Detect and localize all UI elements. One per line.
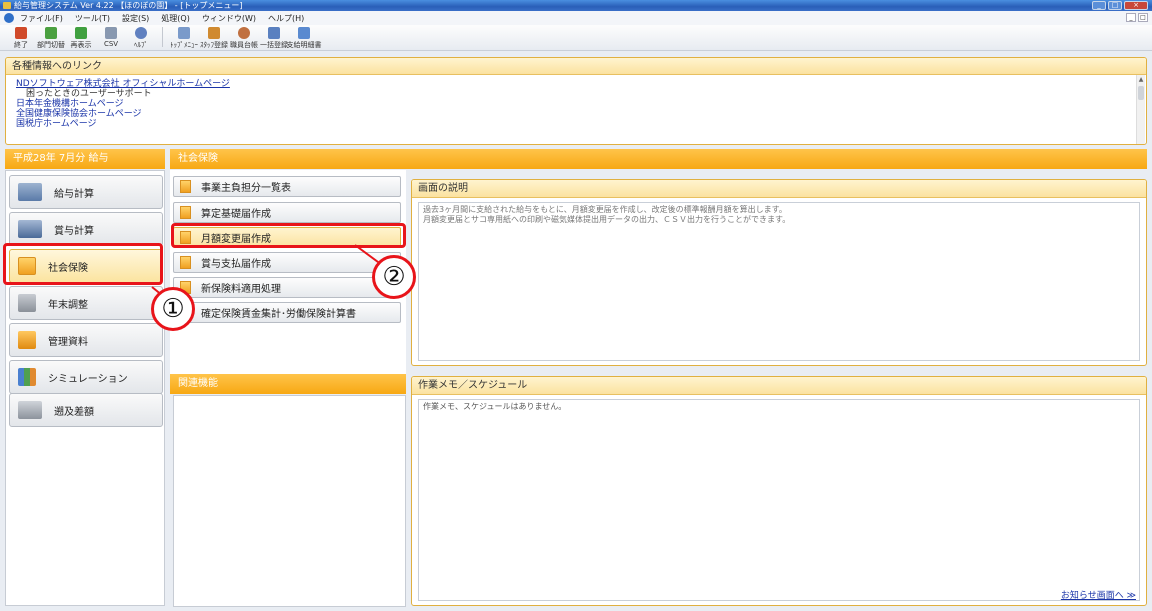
description-line-2: 月額変更届とサコ専用紙への印刷や磁気媒体提出用データの出力、ＣＳＶ出力を行うこと… <box>423 215 791 224</box>
csv-icon <box>105 27 117 39</box>
management-docs-icon <box>18 331 36 349</box>
bulk-register-icon <box>268 27 280 39</box>
annotation-marker-1: ① <box>151 287 195 331</box>
memo-header: 作業メモ／スケジュール <box>412 377 1146 395</box>
folder-icon <box>180 206 191 219</box>
staff-ledger-icon <box>238 27 250 39</box>
nav-year-end-adjustment[interactable]: 年末調整 <box>9 286 163 320</box>
submenu-labor-insurance-calc[interactable]: 確定保険賃金集計･労働保険計算書 <box>173 302 401 323</box>
toolbar-staff-register-button[interactable]: ｽﾀｯﾌ登録 <box>199 27 229 50</box>
toolbar-department-switch-button[interactable]: 部門切替 <box>36 27 66 50</box>
folder-icon <box>180 256 191 269</box>
links-panel-header: 各種情報へのリンク <box>6 58 1146 75</box>
help-icon <box>135 27 147 39</box>
app-logo-icon <box>4 13 14 23</box>
links-panel: 各種情報へのリンク NDソフトウェア株式会社 オフィシャルホームページ 困ったと… <box>5 57 1147 145</box>
app-icon <box>3 2 11 9</box>
refresh-icon <box>75 27 87 39</box>
period-bar: 平成28年 7月分 給与 <box>5 149 165 169</box>
annotation-highlight-2 <box>171 223 406 248</box>
app-window: 給与管理システム Ver 4.22 【ほのぼの園】 - [トップメニュー] _ … <box>0 0 1152 611</box>
menu-file[interactable]: ファイル(F) <box>20 13 63 24</box>
folder-icon <box>180 180 191 193</box>
scroll-up-arrow-icon[interactable]: ▲ <box>1137 75 1145 84</box>
links-scrollbar[interactable]: ▲ <box>1136 75 1145 144</box>
left-nav: 給与計算 賞与計算 社会保険 年末調整 管理資料 シミュレーション 遡及差額 <box>5 170 165 606</box>
menu-window[interactable]: ウィンドウ(W) <box>202 13 256 24</box>
annotation-marker-2: ② <box>372 255 416 299</box>
description-panel: 画面の説明 過去3ヶ月間に支給された給与をもとに、月額変更届を作成し、改定後の標… <box>411 179 1147 366</box>
toolbar-refresh-button[interactable]: 再表示 <box>66 27 96 50</box>
submenu-bonus-payment-report[interactable]: 賞与支払届作成 <box>173 252 401 273</box>
bonus-calc-icon <box>18 220 42 238</box>
toolbar: 終了 部門切替 再表示 CSV ﾍﾙﾌﾟ ﾄｯﾌﾟﾒﾆｭｰ ｽﾀｯﾌ登録 職員台… <box>0 25 1152 51</box>
exit-icon <box>15 27 27 39</box>
nav-retroactive-diff[interactable]: 遡及差額 <box>9 393 163 427</box>
mdi-controls: _ □ <box>1126 13 1148 22</box>
menu-settings[interactable]: 設定(S) <box>122 13 149 24</box>
toolbar-separator <box>162 27 163 47</box>
toolbar-help-button[interactable]: ﾍﾙﾌﾟ <box>126 27 156 50</box>
menu-help[interactable]: ヘルプ(H) <box>268 13 304 24</box>
description-line-1: 過去3ヶ月間に支給された給与をもとに、月額変更届を作成し、改定後の標準報酬月額を… <box>423 205 787 214</box>
toolbar-pay-slip-button[interactable]: 支給明細書 <box>287 27 322 50</box>
related-functions-panel <box>173 395 406 607</box>
submenu-employer-burden-list[interactable]: 事業主負担分一覧表 <box>173 176 401 197</box>
mdi-minimize-button[interactable]: _ <box>1126 13 1136 22</box>
payroll-calc-icon <box>18 183 42 201</box>
pay-slip-icon <box>298 27 310 39</box>
section-title-bar: 社会保険 <box>170 149 1147 169</box>
annotation-highlight-1 <box>3 243 163 285</box>
submenu-new-premium-processing[interactable]: 新保険料適用処理 <box>173 277 401 298</box>
top-menu-icon <box>178 27 190 39</box>
links-list: NDソフトウェア株式会社 オフィシャルホームページ 困ったときのユーザーサポート… <box>6 75 1146 133</box>
submenu-base-calculation-report[interactable]: 算定基礎届作成 <box>173 202 401 223</box>
link-nd-software-official[interactable]: NDソフトウェア株式会社 オフィシャルホームページ <box>16 79 1136 89</box>
staff-register-icon <box>208 27 220 39</box>
notice-screen-link[interactable]: お知らせ画面へ ≫ <box>1061 588 1136 601</box>
memo-text: 作業メモ、スケジュールはありません。 <box>423 402 567 411</box>
description-body: 過去3ヶ月間に支給された給与をもとに、月額変更届を作成し、改定後の標準報酬月額を… <box>418 202 1140 361</box>
maximize-button[interactable]: □ <box>1108 1 1122 10</box>
related-functions-bar: 関連機能 <box>170 374 406 394</box>
toolbar-bulk-register-button[interactable]: 一括登録 <box>259 27 289 50</box>
toolbar-top-menu-button[interactable]: ﾄｯﾌﾟﾒﾆｭｰ <box>169 27 199 50</box>
department-switch-icon <box>45 27 57 39</box>
year-end-adjustment-icon <box>18 294 36 312</box>
link-japan-pension-service[interactable]: 日本年金機構ホームページ <box>16 99 1136 109</box>
simulation-icon <box>18 368 36 386</box>
window-controls: _ □ × <box>1092 1 1148 10</box>
menu-process[interactable]: 処理(Q) <box>161 13 190 24</box>
toolbar-staff-ledger-button[interactable]: 職員台帳 <box>229 27 259 50</box>
link-national-tax-agency[interactable]: 国税庁ホームページ <box>16 119 1136 129</box>
toolbar-csv-button[interactable]: CSV <box>96 27 126 48</box>
memo-body[interactable]: 作業メモ、スケジュールはありません。 <box>418 399 1140 601</box>
mdi-restore-button[interactable]: □ <box>1138 13 1148 22</box>
nav-bonus-calc[interactable]: 賞与計算 <box>9 212 163 246</box>
retroactive-diff-icon <box>18 401 42 419</box>
window-title: 給与管理システム Ver 4.22 【ほのぼの園】 - [トップメニュー] <box>14 1 243 10</box>
link-user-support[interactable]: 困ったときのユーザーサポート <box>16 89 1136 99</box>
toolbar-exit-button[interactable]: 終了 <box>6 27 36 50</box>
submenu-panel: 事業主負担分一覧表 算定基礎届作成 月額変更届作成 賞与支払届作成 新保険料適用… <box>170 170 406 376</box>
close-button[interactable]: × <box>1124 1 1148 10</box>
menu-tools[interactable]: ツール(T) <box>75 13 110 24</box>
description-header: 画面の説明 <box>412 180 1146 198</box>
nav-management-docs[interactable]: 管理資料 <box>9 323 163 357</box>
title-bar: 給与管理システム Ver 4.22 【ほのぼの園】 - [トップメニュー] _ … <box>0 0 1152 11</box>
menu-bar: ファイル(F) ツール(T) 設定(S) 処理(Q) ウィンドウ(W) ヘルプ(… <box>0 11 1152 25</box>
scroll-thumb[interactable] <box>1138 86 1144 100</box>
memo-panel: 作業メモ／スケジュール 作業メモ、スケジュールはありません。 お知らせ画面へ ≫ <box>411 376 1147 606</box>
nav-payroll-calc[interactable]: 給与計算 <box>9 175 163 209</box>
nav-simulation[interactable]: シミュレーション <box>9 360 163 394</box>
link-health-insurance-association[interactable]: 全国健康保険協会ホームページ <box>16 109 1136 119</box>
minimize-button[interactable]: _ <box>1092 1 1106 10</box>
